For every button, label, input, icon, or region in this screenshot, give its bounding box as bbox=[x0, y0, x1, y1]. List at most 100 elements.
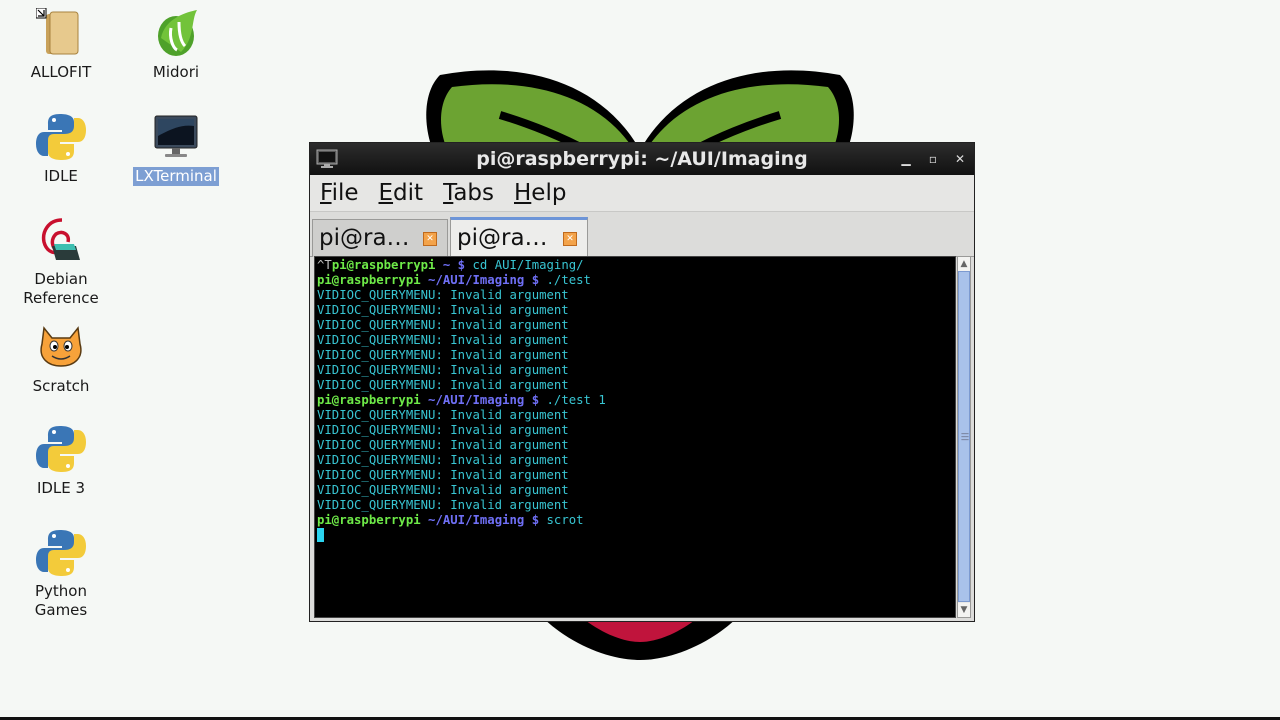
tab-terminal-2[interactable]: pi@ra… ✕ bbox=[450, 217, 588, 257]
menu-label: ile bbox=[331, 180, 359, 206]
terminal-text-segment: pi@raspberrypi bbox=[317, 273, 421, 287]
python-icon bbox=[36, 528, 86, 578]
terminal-line: VIDIOC_QUERYMENU: Invalid argument bbox=[317, 378, 955, 393]
text-cursor bbox=[317, 528, 324, 542]
desktop-icon-label: ALLOFIT bbox=[30, 63, 92, 81]
terminal-text-segment: ^T bbox=[317, 258, 332, 272]
terminal-scrollbar[interactable]: ▲ — — — ▼ bbox=[957, 256, 971, 618]
close-icon[interactable]: ✕ bbox=[952, 151, 968, 167]
tab-bar: pi@ra… ✕ pi@ra… ✕ bbox=[310, 212, 974, 257]
menu-label: elp bbox=[531, 180, 567, 206]
terminal-text-segment: VIDIOC_QUERYMENU: Invalid argument bbox=[317, 423, 569, 437]
terminal-monitor-icon bbox=[151, 112, 201, 162]
terminal-output[interactable]: ^Tpi@raspberrypi ~ $ cd AUI/Imaging/pi@r… bbox=[314, 256, 956, 618]
menu-file[interactable]: File bbox=[318, 180, 361, 206]
scroll-down-icon[interactable]: ▼ bbox=[958, 603, 970, 617]
terminal-text-segment: ~/AUI/Imaging $ bbox=[420, 513, 547, 527]
desktop-icon-python-games[interactable]: Python Games bbox=[6, 528, 116, 620]
terminal-text-segment: cd AUI/Imaging/ bbox=[472, 258, 584, 272]
terminal-text-segment: VIDIOC_QUERYMENU: Invalid argument bbox=[317, 348, 569, 362]
minimize-icon[interactable]: ▁ bbox=[898, 151, 914, 167]
desktop-icon-label: LXTerminal bbox=[133, 167, 219, 186]
terminal-text-segment: VIDIOC_QUERYMENU: Invalid argument bbox=[317, 378, 569, 392]
terminal-line: VIDIOC_QUERYMENU: Invalid argument bbox=[317, 348, 955, 363]
terminal-line: VIDIOC_QUERYMENU: Invalid argument bbox=[317, 438, 955, 453]
tab-close-icon[interactable]: ✕ bbox=[563, 232, 577, 246]
menu-accel: E bbox=[378, 180, 394, 206]
window-titlebar[interactable]: pi@raspberrypi: ~/AUI/Imaging ▁ ▫ ✕ bbox=[310, 143, 974, 175]
terminal-line: VIDIOC_QUERYMENU: Invalid argument bbox=[317, 453, 955, 468]
desktop-icon-idle3[interactable]: IDLE 3 bbox=[6, 424, 116, 498]
menu-label: dit bbox=[393, 180, 424, 206]
menu-label: abs bbox=[453, 180, 494, 206]
terminal-text-segment: VIDIOC_QUERYMENU: Invalid argument bbox=[317, 288, 569, 302]
midori-browser-icon bbox=[151, 8, 201, 58]
terminal-lines: ^Tpi@raspberrypi ~ $ cd AUI/Imaging/pi@r… bbox=[315, 257, 955, 544]
desktop-icon-lxterminal[interactable]: LXTerminal bbox=[121, 112, 231, 186]
scrollbar-thumb[interactable]: — — — bbox=[958, 271, 970, 602]
desktop-icon-label: Midori bbox=[152, 63, 200, 81]
desktop-icon-label: Python Games bbox=[34, 582, 88, 619]
terminal-text-segment: VIDIOC_QUERYMENU: Invalid argument bbox=[317, 363, 569, 377]
desktop-icon-allofit[interactable]: ALLOFIT bbox=[6, 7, 116, 82]
desktop-icon-label: IDLE 3 bbox=[36, 479, 86, 497]
terminal-text-segment: VIDIOC_QUERYMENU: Invalid argument bbox=[317, 438, 569, 452]
terminal-text-segment: ~/AUI/Imaging $ bbox=[420, 393, 547, 407]
tab-label: pi@ra… bbox=[457, 225, 548, 251]
terminal-text-segment: VIDIOC_QUERYMENU: Invalid argument bbox=[317, 483, 569, 497]
terminal-line: VIDIOC_QUERYMENU: Invalid argument bbox=[317, 498, 955, 513]
desktop-icon-idle[interactable]: IDLE bbox=[6, 112, 116, 186]
debian-swirl-icon bbox=[36, 216, 86, 266]
tab-label: pi@ra… bbox=[319, 225, 410, 251]
scroll-up-icon[interactable]: ▲ bbox=[958, 257, 970, 271]
folder-icon bbox=[35, 7, 86, 58]
menu-help[interactable]: Help bbox=[512, 180, 568, 206]
desktop-icon-label: IDLE bbox=[44, 167, 78, 185]
terminal-line: VIDIOC_QUERYMENU: Invalid argument bbox=[317, 318, 955, 333]
terminal-text-segment: VIDIOC_QUERYMENU: Invalid argument bbox=[317, 318, 569, 332]
menu-accel: H bbox=[514, 180, 532, 206]
terminal-text-segment: pi@raspberrypi bbox=[331, 258, 436, 272]
python-icon bbox=[36, 424, 86, 474]
terminal-line: VIDIOC_QUERYMENU: Invalid argument bbox=[317, 333, 955, 348]
terminal-text-segment: VIDIOC_QUERYMENU: Invalid argument bbox=[317, 303, 569, 317]
terminal-text-segment: VIDIOC_QUERYMENU: Invalid argument bbox=[317, 453, 569, 467]
terminal-text-segment: scrot bbox=[546, 513, 584, 527]
menu-accel: T bbox=[443, 180, 454, 206]
desktop-icon-scratch[interactable]: Scratch bbox=[6, 322, 116, 396]
tab-terminal-1[interactable]: pi@ra… ✕ bbox=[312, 219, 448, 257]
menu-accel: F bbox=[320, 180, 332, 206]
terminal-cursor-line bbox=[317, 528, 955, 544]
terminal-line: ^Tpi@raspberrypi ~ $ cd AUI/Imaging/ bbox=[317, 258, 955, 273]
terminal-text-segment: ./test bbox=[546, 273, 591, 287]
terminal-text-segment: VIDIOC_QUERYMENU: Invalid argument bbox=[317, 498, 569, 512]
desktop-icon-debian-reference[interactable]: Debian Reference bbox=[6, 216, 116, 308]
terminal-text-segment: ~ $ bbox=[435, 258, 473, 272]
window-title: pi@raspberrypi: ~/AUI/Imaging bbox=[476, 148, 808, 170]
terminal-text-segment: ./test 1 bbox=[546, 393, 606, 407]
terminal-line: pi@raspberrypi ~/AUI/Imaging $ scrot bbox=[317, 513, 955, 528]
terminal-line: VIDIOC_QUERYMENU: Invalid argument bbox=[317, 483, 955, 498]
terminal-line: VIDIOC_QUERYMENU: Invalid argument bbox=[317, 423, 955, 438]
terminal-text-segment: pi@raspberrypi bbox=[317, 513, 421, 527]
desktop-icon-label: Debian Reference bbox=[23, 270, 99, 307]
menubar: File Edit Tabs Help bbox=[310, 175, 974, 212]
menu-edit[interactable]: Edit bbox=[377, 180, 426, 206]
desktop-icon-label: Scratch bbox=[32, 377, 90, 395]
tab-close-icon[interactable]: ✕ bbox=[423, 232, 437, 246]
terminal-text-segment: VIDIOC_QUERYMENU: Invalid argument bbox=[317, 333, 569, 347]
terminal-line: VIDIOC_QUERYMENU: Invalid argument bbox=[317, 408, 955, 423]
terminal-line: VIDIOC_QUERYMENU: Invalid argument bbox=[317, 468, 955, 483]
terminal-line: VIDIOC_QUERYMENU: Invalid argument bbox=[317, 288, 955, 303]
terminal-text-segment: ~/AUI/Imaging $ bbox=[420, 273, 547, 287]
terminal-text-segment: VIDIOC_QUERYMENU: Invalid argument bbox=[317, 408, 569, 422]
terminal-line: pi@raspberrypi ~/AUI/Imaging $ ./test 1 bbox=[317, 393, 955, 408]
lxterminal-window: pi@raspberrypi: ~/AUI/Imaging ▁ ▫ ✕ File… bbox=[309, 142, 975, 622]
terminal-text-segment: pi@raspberrypi bbox=[317, 393, 421, 407]
desktop-icon-midori[interactable]: Midori bbox=[121, 8, 231, 82]
grip-icon: — — — bbox=[961, 429, 969, 444]
terminal-line: VIDIOC_QUERYMENU: Invalid argument bbox=[317, 303, 955, 318]
maximize-icon[interactable]: ▫ bbox=[925, 151, 941, 167]
terminal-line: pi@raspberrypi ~/AUI/Imaging $ ./test bbox=[317, 273, 955, 288]
menu-tabs[interactable]: Tabs bbox=[441, 180, 496, 206]
